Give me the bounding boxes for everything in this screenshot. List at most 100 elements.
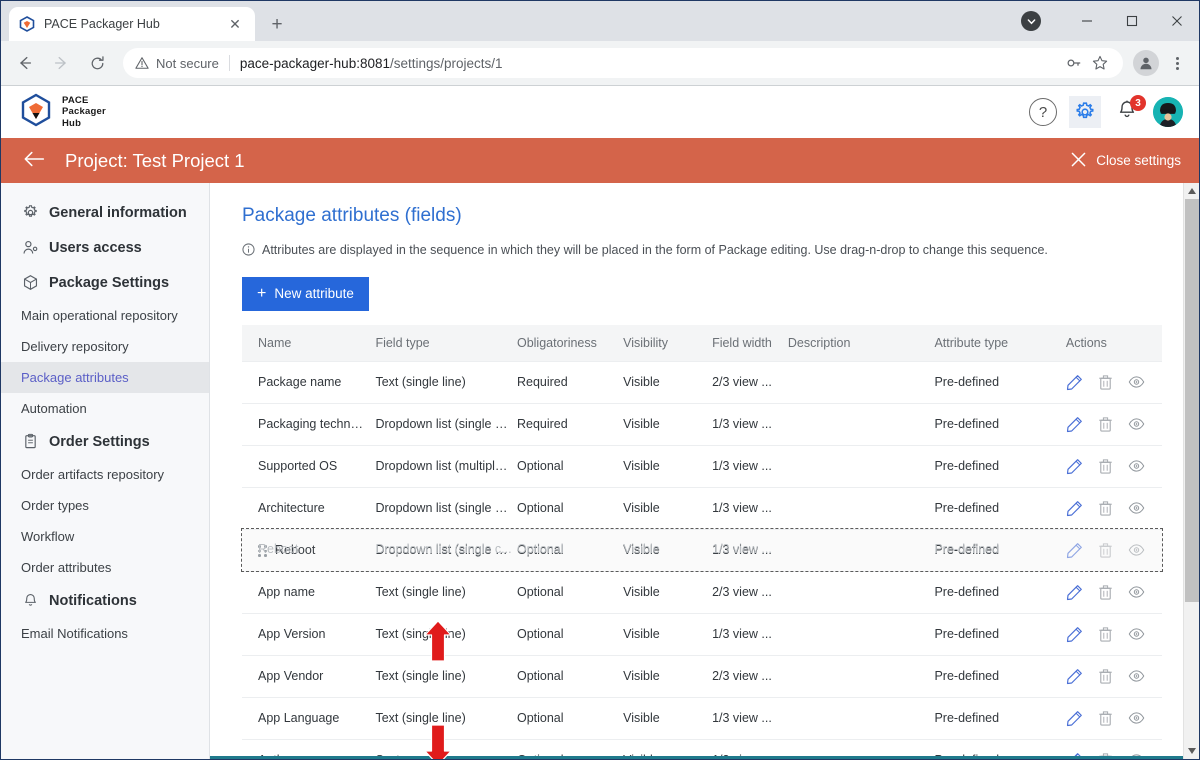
column-header-obligatoriness[interactable]: Obligatoriness xyxy=(516,324,624,362)
visibility-icon[interactable] xyxy=(1128,374,1145,391)
scrollbar-thumb[interactable] xyxy=(1184,199,1199,602)
sidebar-item-delivery-repository[interactable]: Delivery repository xyxy=(1,331,209,362)
scroll-up-icon[interactable] xyxy=(1184,183,1200,199)
drag-handle-icon[interactable] xyxy=(258,545,267,557)
visibility-icon[interactable] xyxy=(1128,542,1145,559)
maximize-button[interactable] xyxy=(1109,1,1154,41)
cell-visibility: Visible xyxy=(623,487,713,530)
cell-visibility: Visible xyxy=(623,361,713,404)
delete-icon[interactable] xyxy=(1097,626,1114,643)
new-tab-button[interactable]: + xyxy=(263,10,291,38)
column-header-name[interactable]: Name xyxy=(242,324,376,362)
key-icon[interactable] xyxy=(1061,50,1087,76)
delete-icon[interactable] xyxy=(1097,710,1114,727)
sidebar-item-email-notifications[interactable]: Email Notifications xyxy=(1,618,209,649)
app-body: General information Users access Package… xyxy=(1,183,1199,759)
sidebar-item-order-artifacts-repository[interactable]: Order artifacts repository xyxy=(1,459,209,490)
app-header-actions: ? 3 xyxy=(1029,95,1183,128)
table-row[interactable]: App name Text (single line) Optional Visibl… xyxy=(242,571,1162,614)
column-header-attribute-type[interactable]: Attribute type xyxy=(934,324,1066,362)
cell-description xyxy=(787,487,935,530)
edit-icon[interactable] xyxy=(1066,374,1083,391)
table-row[interactable]: Packaging technolo... Dropdown list (sing… xyxy=(242,403,1162,446)
edit-icon[interactable] xyxy=(1066,710,1083,727)
delete-icon[interactable] xyxy=(1097,542,1114,559)
address-bar[interactable]: Not secure pace-packager-hub:8081/settin… xyxy=(123,48,1123,78)
profile-avatar[interactable] xyxy=(1133,50,1159,76)
cell-actions xyxy=(1065,655,1162,698)
new-attribute-label: New attribute xyxy=(274,286,354,302)
edit-icon[interactable] xyxy=(1066,626,1083,643)
back-arrow-icon[interactable] xyxy=(23,150,47,172)
column-header-description[interactable]: Description xyxy=(787,324,935,362)
sidebar-item-package-attributes[interactable]: Package attributes xyxy=(1,362,209,393)
plus-icon: + xyxy=(257,284,267,302)
visibility-icon[interactable] xyxy=(1128,500,1145,517)
delete-icon[interactable] xyxy=(1097,416,1114,433)
cell-description xyxy=(787,403,935,446)
minimize-button[interactable] xyxy=(1064,1,1109,41)
column-header-field-width[interactable]: Field width xyxy=(712,324,788,362)
table-row[interactable]: Package name Text (single line) Required Vi… xyxy=(242,361,1162,404)
table-row[interactable]: Architecture Dropdown list (single c... Op… xyxy=(242,487,1162,530)
column-header-field-type[interactable]: Field type xyxy=(375,324,517,362)
notifications-button[interactable]: 3 xyxy=(1113,95,1146,126)
delete-icon[interactable] xyxy=(1097,458,1114,475)
scrollbar-track[interactable] xyxy=(1184,199,1200,743)
table-row[interactable]: Supported OS Dropdown list (multiple... Op… xyxy=(242,445,1162,488)
table-row[interactable]: App Version Text (single line) Optional Vis… xyxy=(242,613,1162,656)
column-header-visibility[interactable]: Visibility xyxy=(623,324,713,362)
delete-icon[interactable] xyxy=(1097,668,1114,685)
sidebar-item-notifications[interactable]: Notifications xyxy=(1,583,209,618)
security-indicator[interactable]: Not secure xyxy=(135,56,219,71)
sidebar-item-main-operational-repository[interactable]: Main operational repository xyxy=(1,300,209,331)
table-row[interactable]: App Language Text (single line) Optional Vi… xyxy=(242,697,1162,740)
chevron-down-icon[interactable] xyxy=(1021,11,1041,31)
visibility-icon[interactable] xyxy=(1128,584,1145,601)
drag-ghost-text: Optional xyxy=(516,541,564,556)
sidebar-item-order-types[interactable]: Order types xyxy=(1,490,209,521)
gear-icon xyxy=(21,204,40,221)
table-row[interactable]: Reboot Reboot Dropdown list (single c... Dr… xyxy=(241,528,1163,573)
reload-icon[interactable] xyxy=(81,47,113,79)
new-attribute-button[interactable]: + New attribute xyxy=(242,276,369,311)
close-button[interactable] xyxy=(1154,1,1199,41)
table-row[interactable]: App Vendor Text (single line) Optional Visi… xyxy=(242,655,1162,698)
visibility-icon[interactable] xyxy=(1128,416,1145,433)
sidebar-item-workflow[interactable]: Workflow xyxy=(1,521,209,552)
sidebar-item-package-settings[interactable]: Package Settings xyxy=(1,265,209,300)
scroll-down-icon[interactable] xyxy=(1184,743,1200,759)
edit-icon[interactable] xyxy=(1066,668,1083,685)
sidebar-item-order-attributes[interactable]: Order attributes xyxy=(1,552,209,583)
delete-icon[interactable] xyxy=(1097,374,1114,391)
browser-tab[interactable]: PACE Packager Hub ✕ xyxy=(9,7,255,41)
sidebar-item-automation[interactable]: Automation xyxy=(1,393,209,424)
star-icon[interactable] xyxy=(1087,50,1113,76)
delete-icon[interactable] xyxy=(1097,500,1114,517)
visibility-icon[interactable] xyxy=(1128,710,1145,727)
close-icon[interactable]: ✕ xyxy=(225,14,245,34)
sidebar-item-order-settings[interactable]: Order Settings xyxy=(1,424,209,459)
brand-logo[interactable]: PACE Packager Hub xyxy=(19,93,106,132)
section-title: Package attributes (fields) xyxy=(242,205,462,226)
edit-icon[interactable] xyxy=(1066,500,1083,517)
visibility-icon[interactable] xyxy=(1128,458,1145,475)
visibility-icon[interactable] xyxy=(1128,626,1145,643)
help-button[interactable]: ? xyxy=(1029,98,1057,126)
back-arrow-icon[interactable] xyxy=(9,47,41,79)
visibility-icon[interactable] xyxy=(1128,668,1145,685)
edit-icon[interactable] xyxy=(1066,584,1083,601)
edit-icon[interactable] xyxy=(1066,458,1083,475)
delete-icon[interactable] xyxy=(1097,584,1114,601)
sidebar-item-general-information[interactable]: General information xyxy=(1,195,209,230)
drag-ghost-text: Dropdown list (single c... xyxy=(375,541,512,556)
kebab-menu-icon[interactable] xyxy=(1163,49,1191,77)
vertical-scrollbar[interactable] xyxy=(1183,183,1199,759)
avatar[interactable] xyxy=(1153,97,1183,127)
edit-icon[interactable] xyxy=(1066,542,1083,559)
sidebar-item-users-access[interactable]: Users access xyxy=(1,230,209,265)
edit-icon[interactable] xyxy=(1066,416,1083,433)
cell-name: Packaging technolo... xyxy=(242,403,376,446)
gear-icon[interactable] xyxy=(1069,96,1101,128)
close-settings-button[interactable]: Close settings xyxy=(1071,152,1181,170)
